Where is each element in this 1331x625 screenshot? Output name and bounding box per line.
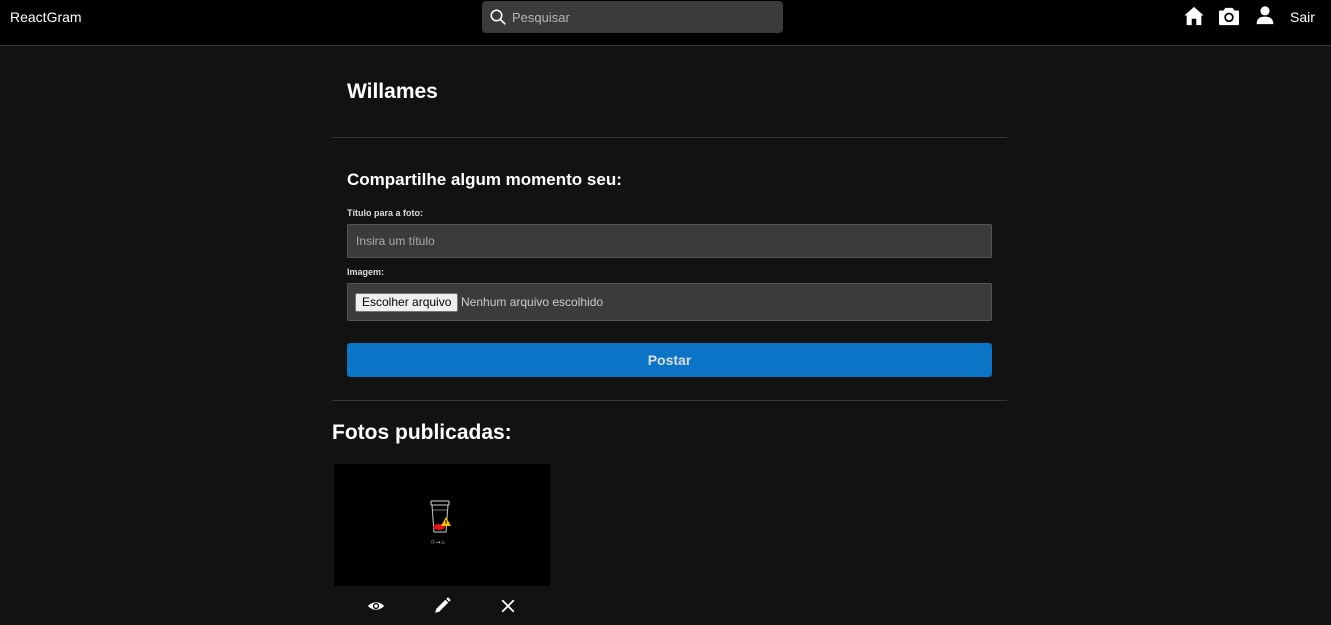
search-input[interactable] [512, 1, 777, 33]
post-button[interactable]: Postar [347, 343, 992, 377]
logout-link[interactable]: Sair [1290, 9, 1315, 25]
home-icon[interactable] [1183, 5, 1205, 27]
search-bar [482, 1, 783, 33]
image-file-input[interactable]: Escolher arquivo Nenhum arquivo escolhid… [347, 283, 992, 321]
navbar: ReactGram Sair [0, 0, 1331, 46]
brand-logo-link[interactable]: ReactGram [10, 9, 82, 25]
user-icon[interactable] [1255, 5, 1275, 25]
divider [332, 137, 1007, 138]
photo-title-label: Título para a foto: [347, 208, 423, 218]
file-status-text: Nenhum arquivo escolhido [461, 295, 604, 309]
eye-icon[interactable] [367, 597, 385, 615]
new-photo-form-title: Compartilhe algum momento seu: [347, 170, 622, 189]
image-label: Imagem: [347, 267, 385, 277]
pencil-icon[interactable] [433, 597, 451, 615]
divider [332, 400, 1007, 401]
search-icon [490, 9, 506, 25]
camera-icon[interactable] [1218, 6, 1240, 26]
profile-name: Willames [347, 80, 438, 103]
close-icon[interactable] [499, 597, 517, 615]
photo-thumbnail[interactable]: ♲→♨ [334, 464, 550, 586]
svg-text:♲→♨: ♲→♨ [430, 539, 446, 546]
photo-title-input[interactable] [347, 224, 992, 258]
choose-file-button[interactable]: Escolher arquivo [355, 293, 459, 312]
published-photos-title: Fotos publicadas: [332, 421, 512, 444]
photo-image: ♲→♨ [430, 500, 451, 546]
